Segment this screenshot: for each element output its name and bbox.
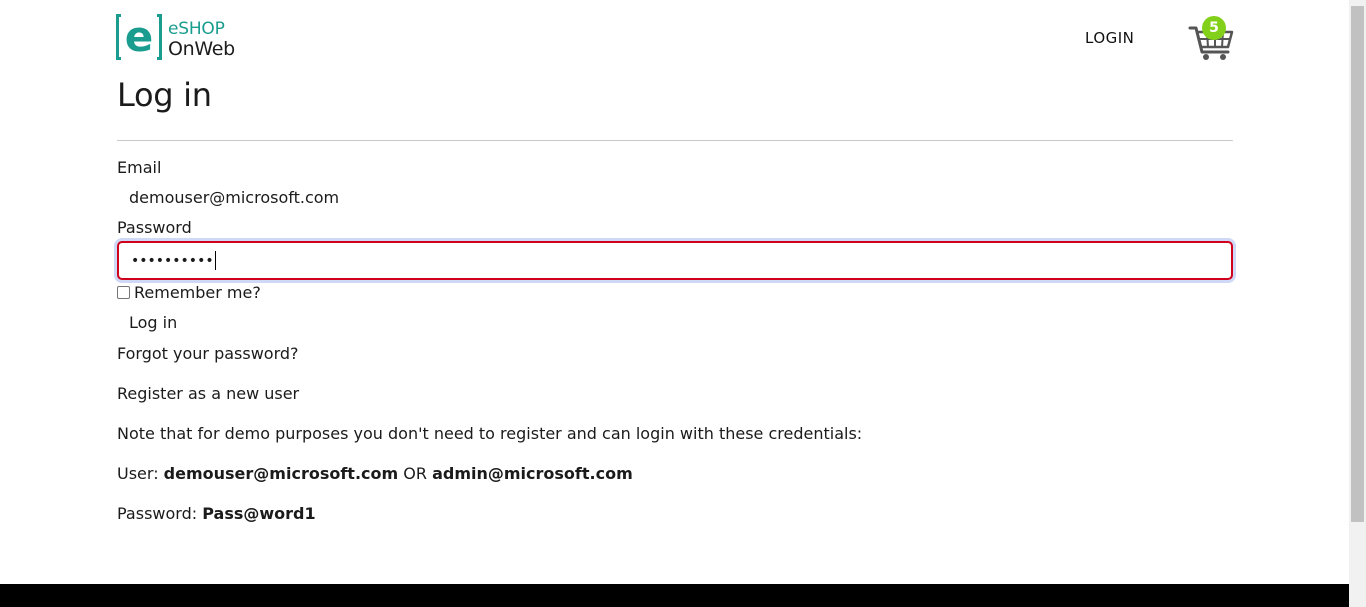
page-title: Log in — [117, 76, 212, 114]
password-field[interactable]: •••••••••• — [117, 241, 1233, 280]
email-field[interactable]: demouser@microsoft.com — [129, 188, 339, 207]
text-caret — [214, 251, 216, 270]
vertical-scrollbar[interactable] — [1349, 0, 1366, 607]
login-submit-button[interactable]: Log in — [129, 313, 177, 332]
scrollbar-thumb[interactable] — [1351, 6, 1364, 522]
page: e eSHOP OnWeb LOGIN 5 Log in Email demou… — [0, 0, 1349, 607]
demo-user-1: demouser@microsoft.com — [163, 464, 399, 483]
user-prefix: User: — [117, 464, 159, 483]
or-text: OR — [403, 464, 427, 483]
demo-user-2: admin@microsoft.com — [432, 464, 633, 483]
brand-line1: eSHOP — [168, 19, 225, 39]
password-masked-value: •••••••••• — [131, 252, 214, 269]
cart-count-badge: 5 — [1202, 16, 1226, 40]
brand-logo[interactable]: e eSHOP OnWeb — [116, 12, 246, 62]
register-link[interactable]: Register as a new user — [117, 384, 299, 403]
remember-me[interactable]: Remember me? — [117, 283, 261, 302]
password-label: Password — [117, 218, 192, 237]
brand-line2: OnWeb — [168, 38, 235, 60]
svg-text:e: e — [125, 14, 154, 60]
divider — [117, 140, 1233, 141]
remember-me-label: Remember me? — [134, 283, 261, 302]
header-login-link[interactable]: LOGIN — [1085, 29, 1134, 47]
demo-password-value: Pass@word1 — [202, 504, 316, 523]
footer — [0, 584, 1349, 607]
forgot-password-link[interactable]: Forgot your password? — [117, 344, 299, 363]
brand-mark-icon: e — [116, 12, 162, 62]
remember-me-checkbox[interactable] — [117, 286, 130, 299]
demo-password: Password: Pass@word1 — [117, 504, 316, 523]
email-label: Email — [117, 158, 162, 177]
brand-text: eSHOP OnWeb — [168, 19, 235, 59]
cart-button[interactable]: 5 — [1188, 14, 1234, 62]
demo-users: User: demouser@microsoft.com OR admin@mi… — [117, 464, 633, 483]
password-prefix: Password: — [117, 504, 198, 523]
demo-note: Note that for demo purposes you don't ne… — [117, 424, 863, 443]
